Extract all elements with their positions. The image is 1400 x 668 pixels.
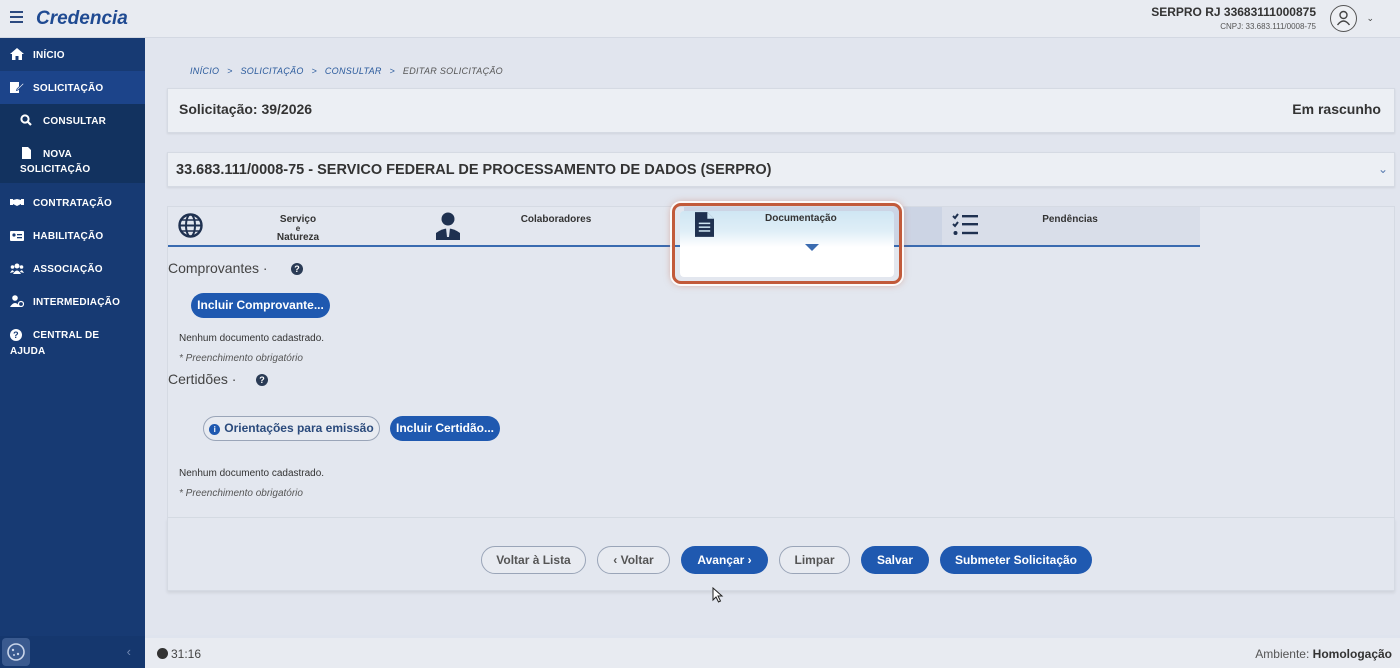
environment-info: Ambiente: Homologação: [1255, 647, 1392, 661]
breadcrumb-link-solicitacao[interactable]: SOLICITAÇÃO: [241, 66, 304, 76]
tab-label: Pendências: [1042, 214, 1098, 225]
tab-label: Serviço e Natureza: [276, 214, 320, 243]
cookie-icon: [7, 643, 25, 661]
back-to-list-button[interactable]: Voltar à Lista: [481, 546, 586, 574]
sidebar-footer: ‹: [0, 636, 145, 668]
sidebar-item-inicio[interactable]: INÍCIO: [0, 38, 145, 71]
main-content: INÍCIO > SOLICITAÇÃO > CONSULTAR > EDITA…: [145, 38, 1400, 635]
organization-panel[interactable]: 33.683.111/0008-75 - SERVICO FEDERAL DE …: [167, 152, 1395, 187]
chevron-down-icon[interactable]: ⌄: [1378, 162, 1388, 176]
app-logo[interactable]: Credencia: [36, 8, 128, 30]
certidoes-empty-text: Nenhum documento cadastrado.: [179, 468, 325, 479]
handshake-icon: [10, 199, 24, 206]
user-tie-icon: [10, 295, 24, 307]
info-icon: i: [209, 424, 221, 435]
user-name: SERPRO RJ 33683111000875: [1151, 5, 1316, 19]
search-icon: [20, 114, 32, 126]
sidebar-item-contratacao[interactable]: CONTRATAÇÃO: [0, 186, 145, 219]
include-comprovante-button[interactable]: Incluir Comprovante...: [191, 293, 330, 318]
tab-colaboradores[interactable]: Colaboradores: [426, 207, 684, 245]
breadcrumb-separator: >: [227, 66, 233, 76]
tab-highlight-box: Documentação: [672, 203, 902, 284]
sidebar-item-label: CENTRAL DE: [33, 330, 100, 341]
breadcrumb-separator: >: [311, 66, 318, 76]
comprovantes-empty-text: Nenhum documento cadastrado.: [179, 333, 325, 344]
checklist-icon: [952, 213, 978, 235]
sidebar-item-label: HABILITAÇÃO: [33, 231, 104, 242]
include-certidao-button[interactable]: Incluir Certidão...: [390, 416, 500, 441]
document-icon: [695, 212, 714, 237]
users-icon: [10, 263, 24, 274]
sidebar-item-intermediacao[interactable]: INTERMEDIAÇÃO: [0, 285, 145, 318]
top-bar: Credencia SERPRO RJ 33683111000875 CNPJ:…: [0, 0, 1400, 38]
sidebar-item-label: ASSOCIAÇÃO: [33, 264, 103, 275]
save-button[interactable]: Salvar: [861, 546, 929, 574]
tab-pendencias[interactable]: Pendências: [942, 207, 1200, 245]
back-button[interactable]: ‹ Voltar: [597, 546, 670, 574]
page-title: Solicitação: 39/2026: [179, 101, 313, 117]
breadcrumb: INÍCIO > SOLICITAÇÃO > CONSULTAR > EDITA…: [190, 66, 503, 76]
edit-icon: [10, 82, 24, 93]
breadcrumb-link-consultar[interactable]: CONSULTAR: [325, 66, 382, 76]
sidebar-item-solicitacao[interactable]: SOLICITAÇÃO: [0, 71, 145, 104]
sidebar-item-nova-solicitacao[interactable]: NOVA SOLICITAÇÃO: [0, 137, 145, 183]
sidebar-item-label: INÍCIO: [33, 50, 65, 61]
sidebar-item-label: CONTRATAÇÃO: [33, 198, 113, 209]
file-icon: [22, 147, 31, 159]
tab-documentacao-label: Documentação: [765, 213, 837, 224]
clock-icon: [157, 648, 168, 659]
globe-icon: [178, 213, 203, 238]
next-button[interactable]: Avançar ›: [681, 546, 768, 574]
mouse-cursor-icon: [712, 587, 724, 603]
user-icon: [1336, 10, 1351, 26]
sidebar-item-associacao[interactable]: ASSOCIAÇÃO: [0, 252, 145, 285]
sidebar: INÍCIO SOLICITAÇÃO CONSULTAR NOVA SOLICI…: [0, 38, 145, 668]
session-timer: 31:16: [157, 647, 201, 661]
tab-servico-natureza[interactable]: Serviço e Natureza: [168, 207, 426, 245]
person-icon: [436, 212, 460, 240]
active-tab-indicator: [805, 244, 819, 251]
clear-button[interactable]: Limpar: [779, 546, 850, 574]
breadcrumb-link-inicio[interactable]: INÍCIO: [190, 66, 219, 76]
sidebar-item-label: SOLICITAÇÃO: [33, 83, 104, 94]
menu-icon[interactable]: [10, 11, 23, 23]
comprovantes-title: Comprovantes ·: [168, 260, 268, 276]
sidebar-item-label: CONSULTAR: [43, 116, 107, 127]
chevron-down-icon[interactable]: ⌄: [1366, 13, 1374, 24]
organization-name: 33.683.111/0008-75 - SERVICO FEDERAL DE …: [176, 162, 772, 178]
tab-label: Colaboradores: [520, 214, 592, 225]
help-icon[interactable]: ?: [291, 263, 303, 275]
cookie-settings-button[interactable]: [2, 638, 30, 666]
certidoes-required-text: * Preenchimento obrigatório: [179, 488, 303, 499]
sidebar-item-label: NOVA: [43, 149, 72, 160]
actions-bar: Voltar à Lista ‹ Voltar Avançar › Limpar…: [167, 518, 1395, 591]
sidebar-item-central-de-ajuda[interactable]: ? CENTRAL DE AJUDA: [0, 318, 145, 364]
sidebar-item-label: SOLICITAÇÃO: [20, 164, 91, 175]
breadcrumb-separator: >: [389, 66, 396, 76]
help-icon[interactable]: ?: [256, 374, 268, 386]
sidebar-item-consultar[interactable]: CONSULTAR: [0, 104, 145, 137]
collapse-sidebar-icon[interactable]: ‹: [127, 644, 131, 659]
sidebar-item-habilitacao[interactable]: HABILITAÇÃO: [0, 219, 145, 252]
avatar[interactable]: [1330, 5, 1357, 32]
sidebar-item-label: AJUDA: [10, 346, 46, 357]
orientation-button[interactable]: i Orientações para emissão: [203, 416, 380, 441]
home-icon: [10, 48, 24, 60]
footer: 31:16 Ambiente: Homologação: [145, 638, 1400, 668]
breadcrumb-current: EDITAR SOLICITAÇÃO: [402, 66, 503, 76]
user-cnpj: CNPJ: 33.683.111/0008-75: [1220, 22, 1316, 31]
question-icon: ?: [10, 329, 22, 341]
certidoes-title: Certidões ·: [168, 371, 237, 387]
request-header: Solicitação: 39/2026 Em rascunho: [167, 88, 1395, 133]
sidebar-item-label: INTERMEDIAÇÃO: [33, 297, 121, 308]
id-card-icon: [10, 231, 24, 241]
comprovantes-required-text: * Preenchimento obrigatório: [179, 353, 303, 364]
submit-button[interactable]: Submeter Solicitação: [940, 546, 1092, 574]
status-badge: Em rascunho: [1292, 101, 1381, 117]
